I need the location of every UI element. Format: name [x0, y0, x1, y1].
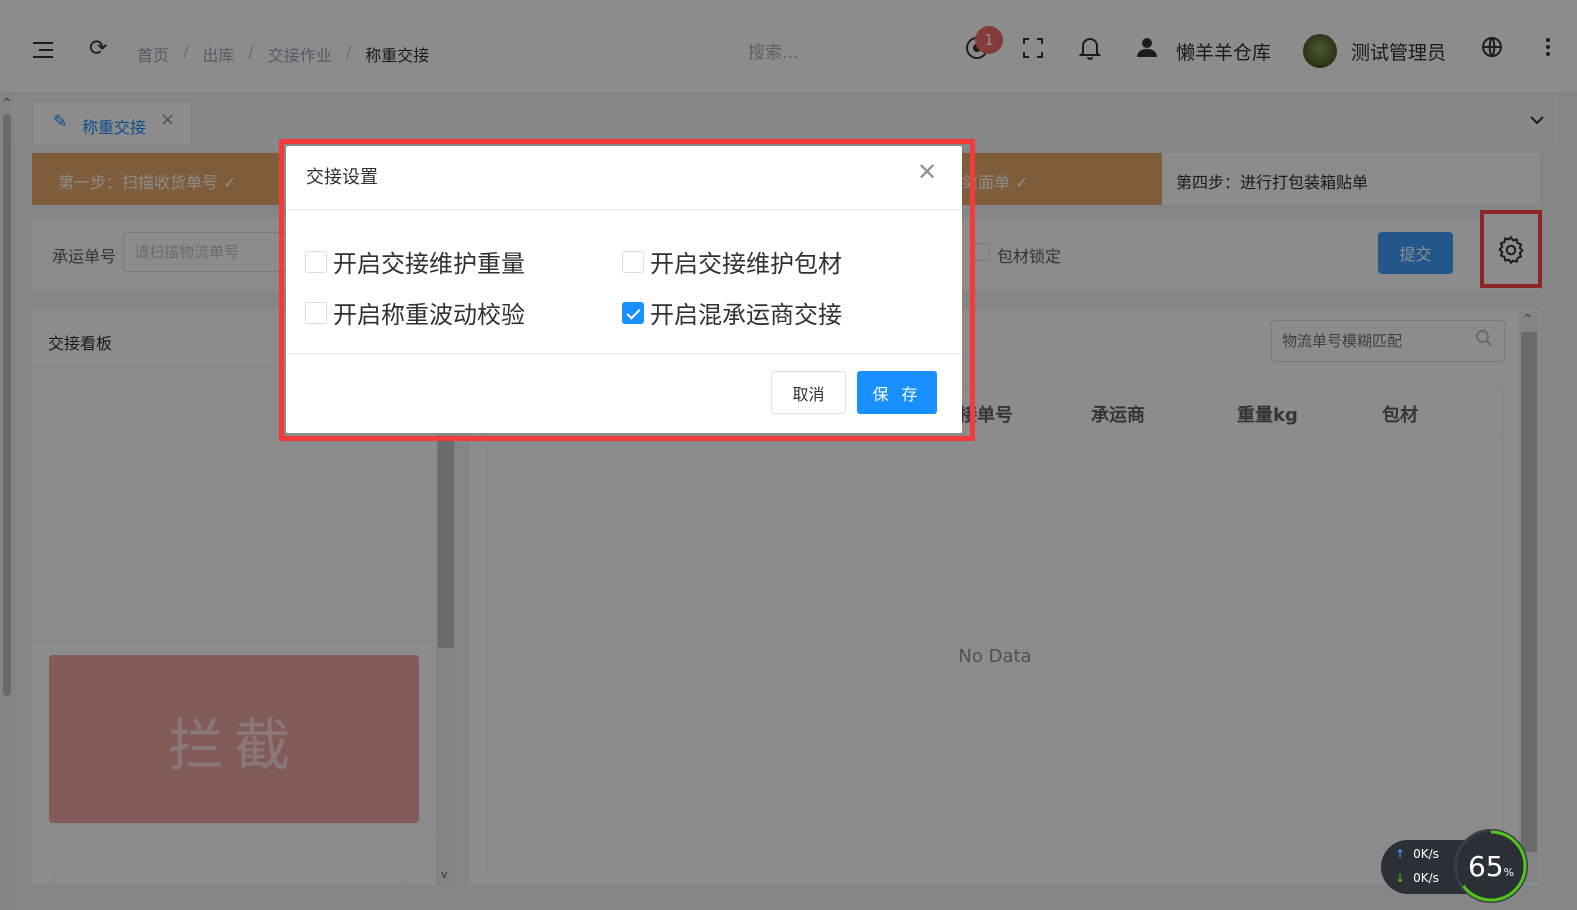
dialog-header: 交接设置 ✕: [286, 146, 962, 210]
option-mixed-carrier[interactable]: 开启混承运商交接: [622, 295, 842, 330]
option-label: 开启混承运商交接: [650, 301, 842, 329]
modal-overlay[interactable]: [0, 0, 1577, 910]
download-arrow-icon: ↓: [1395, 871, 1406, 885]
option-weight-fluctuation-checkbox[interactable]: [305, 301, 327, 324]
download-value: 0K/s: [1413, 871, 1439, 885]
upload-arrow-icon: ↑: [1395, 847, 1406, 861]
option-maintain-package-checkbox[interactable]: [622, 250, 644, 273]
upload-speed: ↑ 0K/s: [1395, 847, 1439, 861]
dialog-title: 交接设置: [306, 167, 378, 188]
upload-value: 0K/s: [1413, 847, 1439, 861]
dialog-footer-divider: [286, 353, 962, 354]
close-icon[interactable]: ✕: [917, 158, 937, 186]
option-maintain-weight-checkbox[interactable]: [305, 250, 327, 273]
option-label: 开启交接维护包材: [650, 250, 842, 278]
option-maintain-package[interactable]: 开启交接维护包材: [622, 244, 842, 279]
option-weight-fluctuation[interactable]: 开启称重波动校验: [305, 295, 525, 330]
save-button[interactable]: 保 存: [857, 371, 937, 414]
option-mixed-carrier-checkbox[interactable]: [622, 301, 644, 324]
memory-percent: 65%: [1467, 850, 1515, 883]
download-speed: ↓ 0K/s: [1395, 871, 1439, 885]
handover-settings-dialog: 交接设置 ✕ 开启交接维护重量 开启交接维护包材 开启称重波动校验 开启混承运商…: [286, 146, 962, 433]
memory-gauge[interactable]: 65%: [1454, 829, 1528, 903]
option-label: 开启交接维护重量: [333, 250, 525, 278]
option-label: 开启称重波动校验: [333, 301, 525, 329]
option-maintain-weight[interactable]: 开启交接维护重量: [305, 244, 525, 279]
cancel-button[interactable]: 取消: [771, 371, 846, 414]
